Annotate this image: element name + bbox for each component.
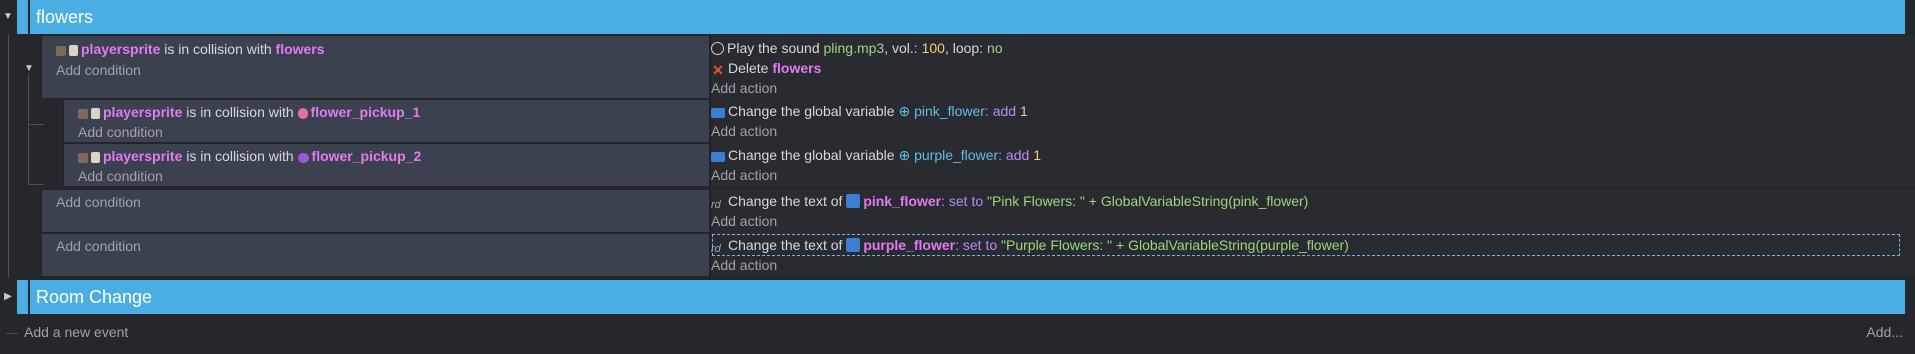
action-prefix: Change the global variable	[728, 147, 895, 163]
action-prefix: Change the global variable	[728, 103, 895, 119]
event-2-conditions[interactable]: playersprite is in collision with flower…	[63, 99, 710, 143]
event-1-actions[interactable]: Play the sound pling.mp3, vol.: 100, loo…	[710, 35, 1915, 99]
operand: 1	[1033, 147, 1041, 163]
object-icon	[56, 46, 66, 56]
group-flowers-title: flowers	[36, 7, 94, 27]
text-tool-icon: rd	[711, 243, 721, 255]
add-action-link[interactable]: Add action	[711, 255, 777, 275]
condition-collision[interactable]: playersprite is in collision with flower…	[78, 102, 420, 122]
operator: : add	[998, 147, 1030, 163]
event-5-conditions[interactable]: Add condition	[41, 233, 710, 277]
text-object-icon	[846, 194, 861, 208]
action-prefix: Change the text of	[728, 237, 843, 253]
operand: 1	[1019, 103, 1028, 119]
object-name: flowers	[772, 60, 822, 76]
sep: , loop:	[944, 40, 984, 56]
text-expression: "Pink Flowers: " + GlobalVariableString(…	[987, 193, 1309, 209]
event-2-actions[interactable]: Change the global variable ⊕ pink_flower…	[710, 99, 1915, 143]
object-name: playersprite	[103, 148, 183, 164]
object-name: playersprite	[81, 41, 161, 57]
operator: : add	[984, 103, 1017, 119]
variable-name: pink_flower	[914, 103, 985, 119]
group-room-change-edge	[17, 280, 28, 314]
volume-value: 100	[921, 40, 945, 56]
event-3-conditions[interactable]: playersprite is in collision with flower…	[63, 143, 710, 187]
sound-file: pling.mp3	[823, 40, 885, 56]
event-1-conditions[interactable]: playersprite is in collision with flower…	[41, 35, 710, 99]
action-delete[interactable]: ✕ Delete flowers	[711, 58, 821, 78]
operator: : set to	[941, 193, 984, 209]
add-condition-link[interactable]: Add condition	[78, 166, 163, 186]
condition-text: is in collision with	[164, 41, 272, 57]
sep: , vol.:	[884, 40, 918, 56]
event-3-actions[interactable]: Change the global variable ⊕ purple_flow…	[710, 143, 1915, 187]
event-5-actions[interactable]: rd Change the text of purple_flower: set …	[710, 233, 1915, 277]
pink-flower-icon	[297, 108, 308, 119]
object-name: playersprite	[103, 104, 183, 120]
tree-line	[6, 333, 18, 334]
add-action-link[interactable]: Add action	[711, 165, 777, 185]
tree-line	[28, 184, 44, 185]
text-expression: "Purple Flowers: " + GlobalVariableStrin…	[1001, 237, 1349, 253]
add-condition-link[interactable]: Add condition	[56, 60, 141, 80]
add-action-link[interactable]: Add action	[711, 211, 777, 231]
group-room-change-title: Room Change	[36, 287, 153, 307]
tree-line	[28, 124, 44, 125]
group-flowers-edge	[17, 0, 28, 34]
delete-icon: ✕	[712, 62, 724, 78]
text-object-icon	[846, 238, 861, 252]
variable-icon	[711, 152, 725, 162]
sound-icon	[711, 42, 724, 55]
variable-icon	[711, 108, 725, 118]
variable-name: purple_flower	[914, 147, 999, 163]
condition-text: is in collision with	[186, 148, 294, 164]
add-menu-button[interactable]: Add...	[1866, 322, 1903, 342]
condition-text: is in collision with	[186, 104, 294, 120]
action-prefix: Delete	[728, 60, 769, 76]
condition-collision[interactable]: playersprite is in collision with flower…	[56, 39, 325, 59]
purple-flower-icon	[297, 153, 309, 163]
target-name: flowers	[275, 41, 325, 57]
action-change-text[interactable]: rd Change the text of purple_flower: set …	[711, 235, 1349, 255]
collapse-event-toggle[interactable]: ▼	[22, 62, 36, 76]
add-condition-link[interactable]: Add condition	[78, 122, 163, 142]
object-icon	[78, 109, 88, 119]
sprite-icon	[91, 152, 100, 163]
tree-line	[28, 74, 29, 184]
action-change-global-variable[interactable]: Change the global variable ⊕ pink_flower…	[711, 101, 1028, 121]
action-change-global-variable[interactable]: Change the global variable ⊕ purple_flow…	[711, 145, 1041, 165]
event-4-actions[interactable]: rd Change the text of pink_flower: set to…	[710, 189, 1915, 233]
object-name: pink_flower	[863, 193, 942, 209]
target-name: flower_pickup_1	[310, 104, 421, 120]
target-name: flower_pickup_2	[311, 148, 422, 164]
action-prefix: Play the sound	[727, 40, 820, 56]
add-action-link[interactable]: Add action	[711, 121, 777, 141]
action-change-text[interactable]: rd Change the text of pink_flower: set to…	[711, 191, 1308, 211]
event-4-conditions[interactable]: Add condition	[41, 189, 710, 233]
group-flowers-header[interactable]: flowers	[30, 0, 1905, 34]
tree-line	[8, 34, 9, 278]
text-tool-icon: rd	[711, 199, 721, 211]
add-condition-link[interactable]: Add condition	[56, 192, 141, 212]
add-new-event-link[interactable]: Add a new event	[24, 322, 128, 342]
loop-value: no	[986, 40, 1003, 56]
globe-icon: ⊕	[898, 147, 911, 163]
object-icon	[78, 153, 88, 163]
expand-group-room-change-toggle[interactable]: ▶	[1, 290, 15, 304]
collapse-group-flowers-toggle[interactable]: ▼	[1, 10, 15, 24]
action-prefix: Change the text of	[728, 193, 843, 209]
object-name: purple_flower	[863, 237, 956, 253]
add-action-link[interactable]: Add action	[711, 78, 777, 98]
add-condition-link[interactable]: Add condition	[56, 236, 141, 256]
action-play-sound[interactable]: Play the sound pling.mp3, vol.: 100, loo…	[711, 38, 1003, 58]
globe-icon: ⊕	[898, 103, 911, 119]
sprite-icon	[69, 45, 78, 56]
condition-collision[interactable]: playersprite is in collision with flower…	[78, 146, 421, 166]
sprite-icon	[91, 108, 100, 119]
operator: : set to	[955, 237, 998, 253]
group-room-change-header[interactable]: Room Change	[30, 280, 1905, 314]
